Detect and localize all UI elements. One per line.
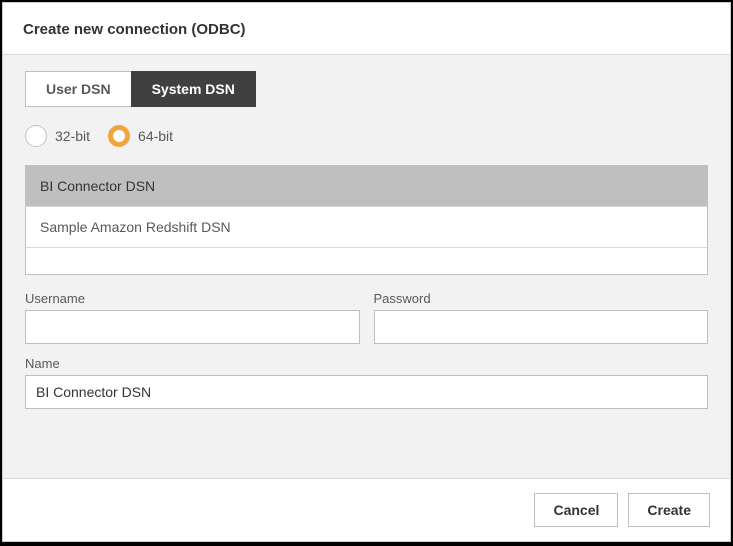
password-label: Password <box>374 291 709 306</box>
create-button[interactable]: Create <box>628 493 710 527</box>
radio-32bit-label: 32-bit <box>55 128 90 144</box>
name-field-group: Name <box>25 356 708 409</box>
name-input[interactable] <box>25 375 708 409</box>
credentials-row: Username Password <box>25 291 708 344</box>
radio-32bit[interactable]: 32-bit <box>25 125 90 147</box>
dialog-footer: Cancel Create <box>3 478 730 541</box>
username-input[interactable] <box>25 310 360 344</box>
tab-user-dsn[interactable]: User DSN <box>25 71 131 107</box>
dsn-list: BI Connector DSN Sample Amazon Redshift … <box>25 165 708 275</box>
radio-64bit[interactable]: 64-bit <box>108 125 173 147</box>
radio-64bit-label: 64-bit <box>138 128 173 144</box>
radio-icon <box>25 125 47 147</box>
password-field-group: Password <box>374 291 709 344</box>
username-label: Username <box>25 291 360 306</box>
username-field-group: Username <box>25 291 360 344</box>
bitness-radio-group: 32-bit 64-bit <box>25 125 708 147</box>
dsn-list-item[interactable]: Sample Amazon Redshift DSN <box>26 207 707 248</box>
cancel-button[interactable]: Cancel <box>534 493 618 527</box>
radio-icon <box>108 125 130 147</box>
dsn-list-empty-row <box>26 248 707 274</box>
name-label: Name <box>25 356 708 371</box>
dsn-list-item[interactable]: BI Connector DSN <box>26 166 707 207</box>
dialog-body: User DSN System DSN 32-bit 64-bit BI Con… <box>3 55 730 478</box>
name-row: Name <box>25 356 708 409</box>
password-input[interactable] <box>374 310 709 344</box>
dialog-title: Create new connection (ODBC) <box>23 21 710 38</box>
tab-system-dsn[interactable]: System DSN <box>131 71 256 107</box>
odbc-connection-dialog: Create new connection (ODBC) User DSN Sy… <box>2 2 731 542</box>
dsn-tab-group: User DSN System DSN <box>25 71 708 107</box>
dialog-header: Create new connection (ODBC) <box>3 3 730 55</box>
